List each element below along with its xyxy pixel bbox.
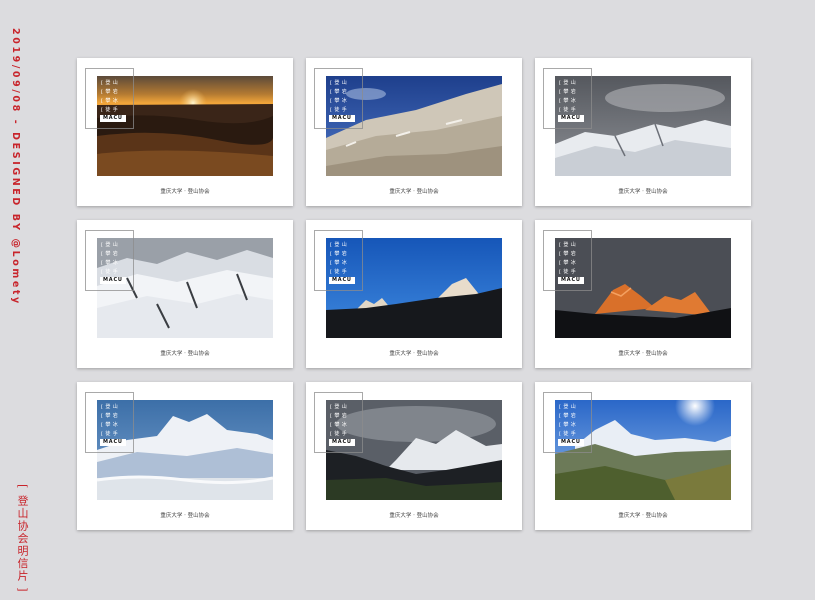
activity-tags: [ 登 山 [ 攀 岩 [ 攀 冰 [ 徒 手 — [330, 403, 347, 439]
tag-mountaineering: [ 登 山 — [330, 242, 348, 248]
tag-ice-climbing: [ 攀 冰 — [559, 422, 577, 428]
tag-rock-climbing: [ 攀 岩 — [101, 89, 119, 95]
postcard-8[interactable]: [ 登 山 [ 攀 岩 [ 攀 冰 [ 徒 手 MACU 重庆大学 · 登山协会 — [306, 382, 522, 530]
activity-tags: [ 登 山 [ 攀 岩 [ 攀 冰 [ 徒 手 — [101, 79, 118, 115]
tag-mountaineering: [ 登 山 — [559, 80, 577, 86]
activity-tags: [ 登 山 [ 攀 岩 [ 攀 冰 [ 徒 手 — [101, 403, 118, 439]
side-date-designer-label: 2019/09/08 - DESIGNED BY @Lomety — [10, 28, 21, 306]
tag-ice-climbing: [ 攀 冰 — [559, 260, 577, 266]
postcard-5[interactable]: [ 登 山 [ 攀 岩 [ 攀 冰 [ 徒 手 MACU 重庆大学 · 登山协会 — [306, 220, 522, 368]
tag-ice-climbing: [ 攀 冰 — [330, 98, 348, 104]
tag-free-climbing: [ 徒 手 — [101, 269, 119, 275]
tag-mountaineering: [ 登 山 — [559, 242, 577, 248]
activity-tags: [ 登 山 [ 攀 岩 [ 攀 冰 [ 徒 手 — [559, 79, 576, 115]
tag-free-climbing: [ 徒 手 — [101, 107, 119, 113]
activity-tags: [ 登 山 [ 攀 岩 [ 攀 冰 [ 徒 手 — [330, 79, 347, 115]
activity-tags: [ 登 山 [ 攀 岩 [ 攀 冰 [ 徒 手 — [559, 241, 576, 277]
postcard-caption: 重庆大学 · 登山协会 — [618, 351, 668, 357]
tag-ice-climbing: [ 攀 冰 — [101, 422, 119, 428]
postcard-caption: 重庆大学 · 登山协会 — [389, 189, 439, 195]
tag-rock-climbing: [ 攀 岩 — [559, 413, 577, 419]
activity-tags: [ 登 山 [ 攀 岩 [ 攀 冰 [ 徒 手 — [101, 241, 118, 277]
postcard-grid: [ 登 山 [ 攀 岩 [ 攀 冰 [ 徒 手 MACU 重庆大学 · 登山协会 — [77, 58, 751, 530]
tag-free-climbing: [ 徒 手 — [330, 269, 348, 275]
postcard-6[interactable]: [ 登 山 [ 攀 岩 [ 攀 冰 [ 徒 手 MACU 重庆大学 · 登山协会 — [535, 220, 751, 368]
postcard-2[interactable]: [ 登 山 [ 攀 岩 [ 攀 冰 [ 徒 手 MACU 重庆大学 · 登山协会 — [306, 58, 522, 206]
postcard-9[interactable]: [ 登 山 [ 攀 岩 [ 攀 冰 [ 徒 手 MACU 重庆大学 · 登山协会 — [535, 382, 751, 530]
macu-badge: MACU — [558, 277, 584, 284]
macu-badge: MACU — [558, 115, 584, 122]
side-postcard-title: [ 登山协会明信片 ] — [16, 484, 29, 594]
tag-mountaineering: [ 登 山 — [101, 404, 119, 410]
tag-rock-climbing: [ 攀 岩 — [559, 89, 577, 95]
macu-badge: MACU — [558, 439, 584, 446]
postcard-caption: 重庆大学 · 登山协会 — [618, 513, 668, 519]
tag-ice-climbing: [ 攀 冰 — [101, 98, 119, 104]
tag-free-climbing: [ 徒 手 — [101, 431, 119, 437]
postcard-caption: 重庆大学 · 登山协会 — [160, 513, 210, 519]
tag-rock-climbing: [ 攀 岩 — [559, 251, 577, 257]
tag-rock-climbing: [ 攀 岩 — [101, 413, 119, 419]
activity-tags: [ 登 山 [ 攀 岩 [ 攀 冰 [ 徒 手 — [559, 403, 576, 439]
macu-badge: MACU — [329, 277, 355, 284]
macu-badge: MACU — [100, 115, 126, 122]
tag-free-climbing: [ 徒 手 — [330, 431, 348, 437]
macu-badge: MACU — [100, 439, 126, 446]
postcard-4[interactable]: [ 登 山 [ 攀 岩 [ 攀 冰 [ 徒 手 MACU 重庆大学 · 登山协会 — [77, 220, 293, 368]
tag-mountaineering: [ 登 山 — [559, 404, 577, 410]
postcard-caption: 重庆大学 · 登山协会 — [389, 351, 439, 357]
tag-mountaineering: [ 登 山 — [101, 80, 119, 86]
tag-free-climbing: [ 徒 手 — [330, 107, 348, 113]
postcard-caption: 重庆大学 · 登山协会 — [389, 513, 439, 519]
tag-rock-climbing: [ 攀 岩 — [330, 251, 348, 257]
tag-mountaineering: [ 登 山 — [101, 242, 119, 248]
tag-ice-climbing: [ 攀 冰 — [101, 260, 119, 266]
tag-mountaineering: [ 登 山 — [330, 80, 348, 86]
macu-badge: MACU — [329, 439, 355, 446]
tag-rock-climbing: [ 攀 岩 — [101, 251, 119, 257]
tag-rock-climbing: [ 攀 岩 — [330, 89, 348, 95]
tag-free-climbing: [ 徒 手 — [559, 431, 577, 437]
tag-ice-climbing: [ 攀 冰 — [330, 422, 348, 428]
postcard-7[interactable]: [ 登 山 [ 攀 岩 [ 攀 冰 [ 徒 手 MACU 重庆大学 · 登山协会 — [77, 382, 293, 530]
postcard-3[interactable]: [ 登 山 [ 攀 岩 [ 攀 冰 [ 徒 手 MACU 重庆大学 · 登山协会 — [535, 58, 751, 206]
postcard-1[interactable]: [ 登 山 [ 攀 岩 [ 攀 冰 [ 徒 手 MACU 重庆大学 · 登山协会 — [77, 58, 293, 206]
tag-ice-climbing: [ 攀 冰 — [330, 260, 348, 266]
activity-tags: [ 登 山 [ 攀 岩 [ 攀 冰 [ 徒 手 — [330, 241, 347, 277]
tag-free-climbing: [ 徒 手 — [559, 107, 577, 113]
macu-badge: MACU — [100, 277, 126, 284]
tag-ice-climbing: [ 攀 冰 — [559, 98, 577, 104]
postcard-caption: 重庆大学 · 登山协会 — [618, 189, 668, 195]
tag-mountaineering: [ 登 山 — [330, 404, 348, 410]
tag-rock-climbing: [ 攀 岩 — [330, 413, 348, 419]
postcard-caption: 重庆大学 · 登山协会 — [160, 189, 210, 195]
tag-free-climbing: [ 徒 手 — [559, 269, 577, 275]
postcard-caption: 重庆大学 · 登山协会 — [160, 351, 210, 357]
macu-badge: MACU — [329, 115, 355, 122]
